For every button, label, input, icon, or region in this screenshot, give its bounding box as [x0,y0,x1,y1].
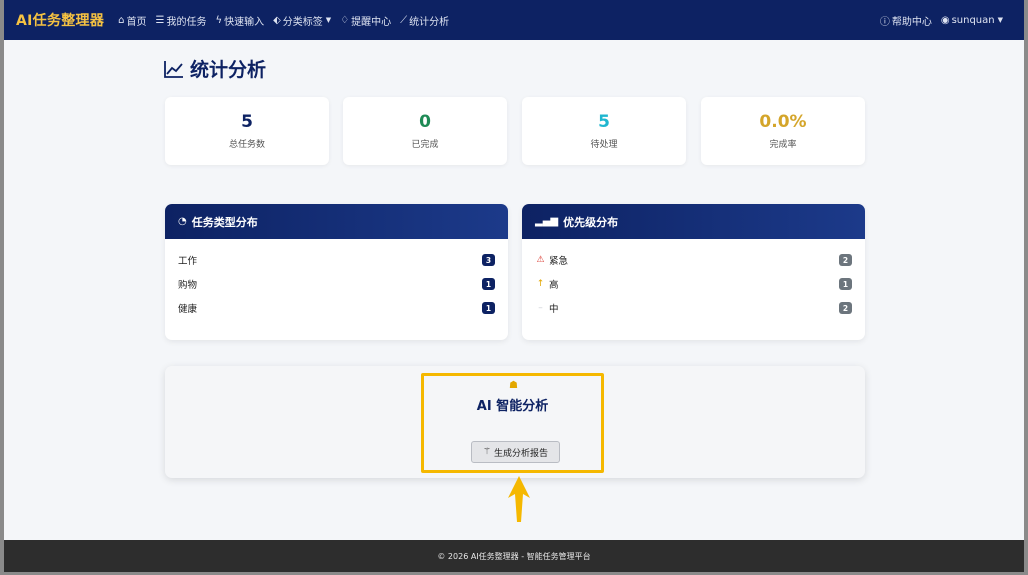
stat-value: 5 [598,112,610,132]
stat-pending: 5 待处理 [522,97,686,165]
nav-statistics[interactable]: ⟋ 统计分析 [400,13,449,28]
priority-label: 中 [549,304,559,315]
nav-help-label: 帮助中心 [891,16,932,28]
task-type-panel-title: 任务类型分布 [191,215,258,229]
priority-panel: ▂▄▆ 优先级分布 ⚠ 紧急 2 ↑ 高 1 – 中 2 [522,204,865,340]
footer: © 2026 AI任务整理器 - 智能任务管理平台 [4,540,1024,572]
generate-report-label: 生成分析报告 [494,448,549,459]
count-badge: 1 [839,278,852,290]
home-icon: ⌂ [118,14,125,26]
lightning-icon: ϟ [215,14,223,26]
bar-chart-icon: ▂▄▆ [535,216,559,227]
stat-total-tasks: 5 总任务数 [165,97,329,165]
nav-my-tasks-label: 我的任务 [166,16,207,28]
task-type-label: 工作 [178,256,198,267]
chevron-down-icon: ▼ [997,16,1003,24]
dash-icon: – [538,303,543,313]
app-window: AI任务整理器 ⌂ 首页 ☰ 我的任务 ϟ 快速输入 ⬖ 分类标签 ▼ ♢ 提醒中心 ⟋ 统计… [4,0,1024,572]
chevron-down-icon: ▼ [325,16,332,24]
priority-label: 紧急 [549,256,569,267]
task-type-row: 购物 1 [165,272,508,296]
count-badge: 3 [482,254,495,266]
count-badge: 1 [482,278,495,290]
stat-value: 0 [419,112,431,132]
stat-label: 已完成 [411,140,439,150]
stat-label: 待处理 [590,140,618,150]
navbar-right: ⓘ 帮助中心 ◉ sunquan ▼ [880,13,1012,28]
ai-analysis-title: AI 智能分析 [476,399,549,414]
nav-home-label: 首页 [126,16,147,28]
nav-help[interactable]: ⓘ 帮助中心 [880,13,932,28]
arrow-up-icon: ↑ [536,279,545,289]
warning-icon: ⚠ [536,255,545,265]
nav-reminders-label: 提醒中心 [351,16,392,28]
priority-panel-header: ▂▄▆ 优先级分布 [522,204,865,239]
list-icon: ☰ [155,14,165,26]
user-icon: ◉ [940,14,950,26]
nav-my-tasks[interactable]: ☰ 我的任务 [156,13,207,28]
priority-row: ⚠ 紧急 2 [522,248,865,272]
magic-wand-icon: ⚚ [482,447,492,457]
priority-row: – 中 2 [522,296,865,320]
line-chart-icon [164,60,183,78]
generate-report-button[interactable]: ⚚ 生成分析报告 [471,441,560,463]
stat-label: 完成率 [769,140,797,150]
stat-completed: 0 已完成 [343,97,507,165]
page-title: 统计分析 [164,55,266,82]
nav-category-tags-label: 分类标签 [282,16,323,28]
top-navbar: AI任务整理器 ⌂ 首页 ☰ 我的任务 ϟ 快速输入 ⬖ 分类标签 ▼ ♢ 提醒中心 ⟋ 统计… [4,0,1024,40]
count-badge: 2 [839,254,852,266]
priority-row: ↑ 高 1 [522,272,865,296]
help-icon: ⓘ [879,16,890,28]
stat-label: 总任务数 [228,140,265,150]
stat-completion-rate: 0.0% 完成率 [701,97,865,165]
footer-text: © 2026 AI任务整理器 - 智能任务管理平台 [437,551,591,561]
stat-value: 5 [241,112,253,132]
task-type-label: 健康 [178,304,198,315]
bell-icon: ♢ [340,14,350,26]
nav-user-menu[interactable]: ◉ sunquan ▼ [941,15,1003,26]
priority-panel-title: 优先级分布 [563,215,619,229]
stat-value: 0.0% [759,112,807,132]
task-type-row: 健康 1 [165,296,508,320]
task-type-panel-header: ◔ 任务类型分布 [165,204,508,239]
task-type-row: 工作 3 [165,248,508,272]
nav-statistics-label: 统计分析 [409,16,450,28]
task-type-panel: ◔ 任务类型分布 工作 3 购物 1 健康 1 [165,204,508,340]
pointer-arrow-icon [508,476,530,522]
tag-icon: ⬖ [273,14,281,26]
page-title-text: 统计分析 [190,59,267,81]
pie-chart-icon: ◔ [178,216,187,227]
chart-icon: ⟋ [400,14,408,26]
nav-user-label: sunquan [951,14,995,26]
robot-icon: ☗ [509,380,518,391]
nav-quick-input-label: 快速输入 [224,16,265,28]
nav-category-tags[interactable]: ⬖ 分类标签 ▼ [273,13,331,28]
nav-home[interactable]: ⌂ 首页 [118,13,146,28]
priority-label: 高 [549,280,559,291]
brand-logo[interactable]: AI任务整理器 [16,10,104,30]
nav-reminders[interactable]: ♢ 提醒中心 [340,13,391,28]
nav-quick-input[interactable]: ϟ 快速输入 [215,13,264,28]
count-badge: 2 [839,302,852,314]
task-type-label: 购物 [178,280,198,291]
count-badge: 1 [482,302,495,314]
